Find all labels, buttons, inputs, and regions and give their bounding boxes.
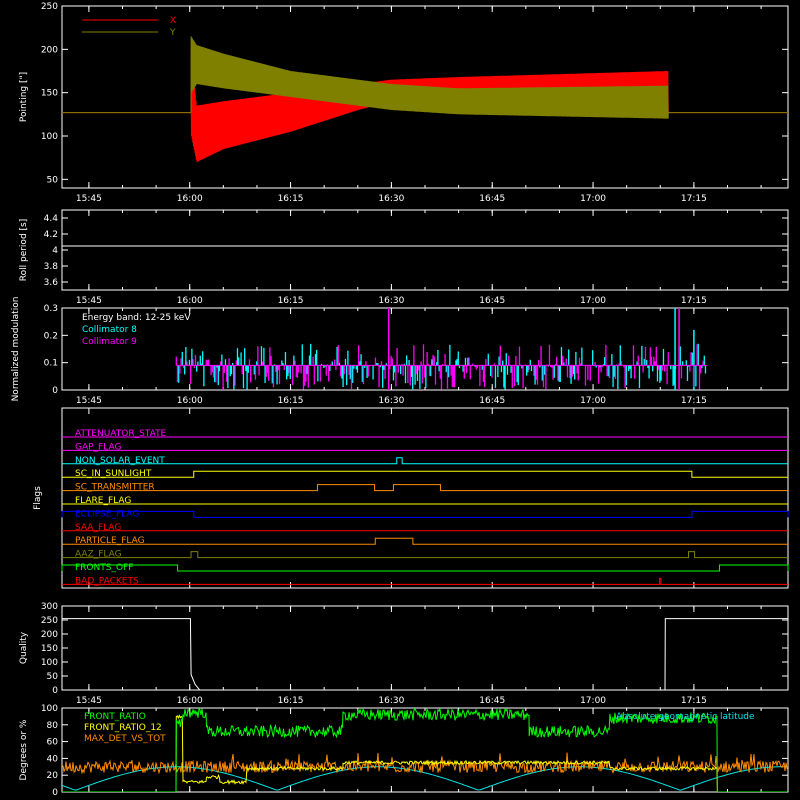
x-tick-label: 16:00 xyxy=(177,696,203,706)
y-tick-label: 4 xyxy=(52,246,58,256)
y-tick-label: 200 xyxy=(41,630,58,640)
x-tick-label: 16:15 xyxy=(278,696,304,706)
y-axis-label: Degrees or % xyxy=(19,719,29,780)
y-tick-label: 3.8 xyxy=(44,262,59,272)
legend-label: Collimator 8 xyxy=(82,325,137,335)
y-tick-label: 0 xyxy=(52,686,58,696)
x-tick-label: 16:00 xyxy=(177,194,203,204)
y-tick-label: 4.4 xyxy=(44,214,59,224)
x-tick-label: 16:15 xyxy=(278,194,304,204)
x-tick-label: 15:45 xyxy=(76,296,102,306)
legend-label: MAX_DET_VS_TOT xyxy=(84,734,166,744)
y-tick-label: 0.3 xyxy=(44,304,58,314)
legend-label: Absolute geomagnetic latitude xyxy=(616,712,755,722)
y-tick-label: 100 xyxy=(41,704,58,714)
x-tick-label: 16:45 xyxy=(479,396,505,406)
x-tick-label: 16:30 xyxy=(378,296,404,306)
y-tick-label: 100 xyxy=(41,658,58,668)
y-tick-label: 150 xyxy=(41,644,58,654)
x-tick-label: 16:45 xyxy=(479,296,505,306)
x-tick-label: 17:15 xyxy=(681,396,707,406)
legend-label: FRONT_RATIO xyxy=(84,712,146,722)
legend-label: Y xyxy=(169,28,176,38)
y-tick-label: 60 xyxy=(47,738,59,748)
x-tick-label: 17:15 xyxy=(681,696,707,706)
y-axis-label: Pointing ["] xyxy=(19,72,29,122)
legend-label: X xyxy=(170,16,176,26)
y-axis-label: Flags xyxy=(33,486,43,510)
x-tick-label: 15:45 xyxy=(76,396,102,406)
x-tick-label: 16:15 xyxy=(278,396,304,406)
x-tick-label: 17:15 xyxy=(681,296,707,306)
legend-label: Collimator 9 xyxy=(82,337,137,347)
y-axis-label: Quality xyxy=(19,631,29,664)
x-tick-label: 17:00 xyxy=(580,194,606,204)
x-tick-label: 16:30 xyxy=(378,396,404,406)
x-tick-label: 16:00 xyxy=(177,296,203,306)
figure-canvas: 15:45 16:00 16:15 16:30 16:45 17:00 17:15 50 100… xyxy=(0,0,800,800)
y-tick-label: 0 xyxy=(52,386,58,396)
y-tick-label: 100 xyxy=(41,132,58,142)
x-tick-label: 15:45 xyxy=(76,696,102,706)
y-axis-label: Roll period [s] xyxy=(19,219,29,281)
chart-figure: 15:45 16:00 16:15 16:30 16:45 17:00 17:15 50 100… xyxy=(0,0,800,800)
legend-label: FRONT_RATIO_12 xyxy=(84,723,162,733)
y-tick-label: 40 xyxy=(47,754,59,764)
y-tick-label: 3.6 xyxy=(44,278,59,288)
x-tick-label: 16:45 xyxy=(479,194,505,204)
x-tick-label: 17:00 xyxy=(580,296,606,306)
y-tick-label: 250 xyxy=(41,616,58,626)
x-tick-label: 16:30 xyxy=(378,696,404,706)
y-axis-label: Normalized modulation xyxy=(11,297,21,402)
x-tick-label: 16:45 xyxy=(479,696,505,706)
x-tick-label: 16:00 xyxy=(177,396,203,406)
y-tick-label: 4.2 xyxy=(44,230,58,240)
y-tick-label: 80 xyxy=(47,721,59,731)
x-tick-label: 15:45 xyxy=(76,194,102,204)
y-tick-label: 50 xyxy=(47,672,59,682)
y-tick-label: 150 xyxy=(41,89,58,99)
y-tick-label: 250 xyxy=(41,2,58,12)
y-tick-label: 0 xyxy=(52,788,58,798)
y-tick-label: 20 xyxy=(47,771,59,781)
y-tick-label: 0.2 xyxy=(44,331,58,341)
x-tick-label: 16:15 xyxy=(278,296,304,306)
x-tick-label: 17:00 xyxy=(580,396,606,406)
x-tick-label: 17:15 xyxy=(681,194,707,204)
y-tick-label: 200 xyxy=(41,45,58,55)
y-tick-label: 50 xyxy=(47,175,59,185)
y-tick-label: 300 xyxy=(41,602,58,612)
y-tick-label: 0.1 xyxy=(44,359,58,369)
x-tick-label: 17:00 xyxy=(580,696,606,706)
legend-title: Energy band: 12-25 keV xyxy=(82,313,191,323)
x-tick-label: 16:30 xyxy=(378,194,404,204)
